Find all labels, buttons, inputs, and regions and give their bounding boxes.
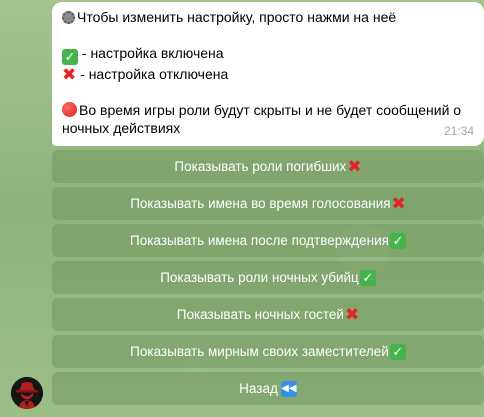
- cross-icon: ✖: [391, 193, 406, 213]
- inline-keyboard: Показывать роли погибших ✖ Показывать име…: [52, 150, 484, 409]
- bot-avatar[interactable]: [11, 377, 43, 409]
- rewind-icon: ◀◀: [280, 380, 297, 397]
- button-show-night-killers-roles[interactable]: Показывать роли ночных убийц ✓: [52, 261, 484, 294]
- check-icon: ✓: [62, 49, 78, 65]
- gear-icon: [62, 11, 75, 24]
- check-icon: ✓: [389, 232, 406, 249]
- button-show-peaceful-deputies[interactable]: Показывать мирным своих заместителей ✓: [52, 335, 484, 368]
- cross-icon: ✖: [62, 65, 77, 84]
- button-show-night-guests[interactable]: Показывать ночных гостей ✖: [52, 298, 484, 331]
- message-time: 21:34: [443, 124, 474, 138]
- button-show-names-after-confirm[interactable]: Показывать имена после подтверждения ✓: [52, 224, 484, 257]
- button-show-dead-roles[interactable]: Показывать роли погибших ✖: [52, 150, 484, 183]
- check-icon: ✓: [359, 269, 376, 286]
- cross-icon: ✖: [347, 156, 362, 176]
- message-line-1: Чтобы изменить настройку, просто нажми н…: [62, 8, 474, 26]
- message-line-enabled: ✓ - настройка включена: [62, 44, 474, 65]
- cross-icon: ✖: [344, 304, 360, 324]
- spy-avatar-icon: [11, 377, 43, 409]
- back-button[interactable]: Назад ◀◀: [52, 372, 484, 405]
- message-line-warning-cont: ночных действиях: [62, 120, 181, 136]
- bot-message-bubble: Чтобы изменить настройку, просто нажми н…: [52, 2, 484, 146]
- button-show-names-voting[interactable]: Показывать имена во время голосования ✖: [52, 187, 484, 220]
- red-circle-icon: [62, 102, 77, 117]
- message-line-warning: Во время игры роли будут скрыты и не буд…: [62, 101, 474, 119]
- check-icon: ✓: [389, 343, 406, 360]
- message-line-disabled: ✖ - настройка отключена: [62, 65, 229, 84]
